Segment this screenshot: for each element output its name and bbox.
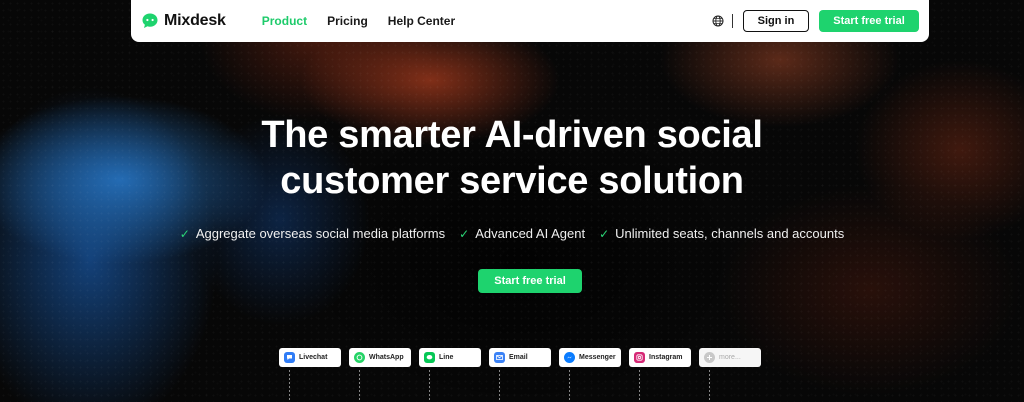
feature-label: Unlimited seats, channels and accounts: [615, 226, 845, 241]
connector-line: [569, 370, 570, 400]
feature-item: ✓ Advanced AI Agent: [459, 226, 585, 241]
whatsapp-icon: [354, 352, 365, 363]
mixdesk-logo-icon: [142, 13, 158, 28]
channel-messenger[interactable]: Messenger: [559, 348, 621, 400]
nav-link-product[interactable]: Product: [262, 14, 307, 28]
channel-label: Messenger: [579, 354, 616, 361]
connector-line: [359, 370, 360, 400]
plus-icon: [704, 352, 715, 363]
connector-line: [289, 370, 290, 400]
brand-logo[interactable]: Mixdesk: [141, 12, 226, 30]
globe-icon[interactable]: [712, 15, 724, 27]
hero-title: The smarter AI-driven social customer se…: [0, 112, 1024, 204]
sign-in-button[interactable]: Sign in: [743, 10, 809, 32]
instagram-icon: [634, 352, 645, 363]
channel-email[interactable]: Email: [489, 348, 551, 400]
brand-name: Mixdesk: [164, 12, 226, 29]
messenger-icon: [564, 352, 575, 363]
nav-actions: Sign in Start free trial: [712, 10, 919, 32]
channel-label: WhatsApp: [369, 354, 404, 361]
feature-item: ✓ Aggregate overseas social media platfo…: [180, 226, 445, 241]
email-icon: [494, 352, 505, 363]
channel-more[interactable]: more...: [699, 348, 761, 400]
connector-line: [499, 370, 500, 400]
check-icon: ✓: [179, 226, 190, 241]
feature-item: ✓ Unlimited seats, channels and accounts: [599, 226, 844, 241]
nav-link-pricing[interactable]: Pricing: [327, 14, 368, 28]
livechat-icon: [284, 352, 295, 363]
connector-line: [639, 370, 640, 400]
nav-link-help-center[interactable]: Help Center: [388, 14, 455, 28]
nav-start-trial-button[interactable]: Start free trial: [819, 10, 919, 32]
hero-title-line-1: The smarter AI-driven social: [261, 114, 763, 156]
nav-links: Product Pricing Help Center: [262, 14, 455, 28]
connector-line: [429, 370, 430, 400]
feature-label: Aggregate overseas social media platform…: [195, 226, 446, 241]
channel-line[interactable]: Line: [419, 348, 481, 400]
channel-livechat[interactable]: Livechat: [279, 348, 341, 400]
feature-list: ✓ Aggregate overseas social media platfo…: [0, 226, 1024, 241]
hero-start-trial-button[interactable]: Start free trial: [478, 269, 582, 293]
top-navbar: Mixdesk Product Pricing Help Center Sign…: [131, 0, 929, 42]
channel-label: Email: [509, 354, 528, 361]
line-icon: [424, 352, 435, 363]
channel-list: Livechat WhatsApp Line Email Messenger I: [279, 348, 761, 400]
check-icon: ✓: [599, 226, 610, 241]
channel-instagram[interactable]: Instagram: [629, 348, 691, 400]
channel-whatsapp[interactable]: WhatsApp: [349, 348, 411, 400]
hero-title-line-2: customer service solution: [280, 160, 744, 202]
connector-line: [709, 370, 710, 400]
channel-label: more...: [719, 354, 741, 361]
nav-divider: [732, 14, 733, 28]
feature-label: Advanced AI Agent: [475, 226, 586, 241]
check-icon: ✓: [459, 226, 470, 241]
channel-label: Livechat: [299, 354, 328, 361]
channel-label: Line: [439, 354, 454, 361]
channel-label: Instagram: [649, 354, 683, 361]
